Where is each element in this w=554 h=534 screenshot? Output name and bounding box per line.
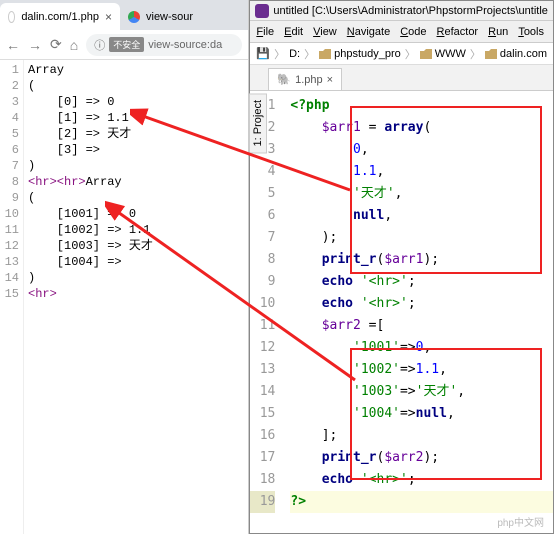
menu-item[interactable]: View — [313, 26, 337, 38]
url-input[interactable]: ⓘ 不安全 view-source:da — [86, 34, 242, 56]
chevron-right-icon: 〉 — [405, 46, 416, 62]
chevron-right-icon: 〉 — [304, 46, 315, 62]
address-bar: ← → ⟳ ⌂ ⓘ 不安全 view-source:da — [0, 30, 248, 60]
php-file-icon: 🐘 — [277, 73, 291, 86]
view-source: 123456789101112131415 Array( [0] => 0 [1… — [0, 60, 248, 534]
info-icon: ⓘ — [94, 37, 105, 53]
ide-title-text: untitled [C:\Users\Administrator\Phpstor… — [273, 5, 548, 17]
editor-gutter: 12345678910111213141516171819 — [250, 91, 290, 533]
source-code: Array( [0] => 0 [1] => 1.1 [2] => 天才 [3]… — [24, 60, 153, 534]
forward-icon[interactable]: → — [28, 37, 42, 53]
chevron-right-icon: 〉 — [470, 46, 481, 62]
browser-tabs: dalin.com/1.php × view-sour — [0, 0, 248, 30]
breadcrumb: 💾 〉 D: 〉 phpstudy_pro 〉 WWW 〉 dalin.com — [250, 43, 553, 65]
disk-icon: 💾 — [256, 47, 270, 60]
menu-item[interactable]: File — [256, 26, 274, 38]
chevron-right-icon: 〉 — [274, 46, 285, 62]
close-icon[interactable]: × — [105, 10, 112, 24]
ide-titlebar: untitled [C:\Users\Administrator\Phpstor… — [250, 1, 553, 21]
line-gutter: 123456789101112131415 — [0, 60, 24, 534]
editor-tab-name: 1.php — [295, 74, 323, 86]
insecure-badge: 不安全 — [109, 37, 144, 52]
tab-title: dalin.com/1.php — [21, 11, 99, 23]
breadcrumb-item[interactable]: D: — [289, 48, 300, 60]
editor-tab-active[interactable]: 🐘 1.php × — [268, 68, 342, 90]
browser-tab-active[interactable]: dalin.com/1.php × — [0, 3, 120, 30]
phpstorm-icon — [255, 4, 269, 18]
menu-item[interactable]: Navigate — [347, 26, 390, 38]
menu-item[interactable]: Edit — [284, 26, 303, 38]
watermark: php中文网 — [493, 513, 548, 530]
back-icon[interactable]: ← — [6, 37, 20, 53]
project-toolwindow-tab[interactable]: 1: Project — [249, 93, 267, 153]
breadcrumb-item[interactable]: WWW — [420, 48, 466, 60]
tab-title: view-sour — [146, 11, 193, 23]
chrome-icon — [128, 11, 140, 23]
menu-item[interactable]: Refactor — [437, 26, 479, 38]
reload-icon[interactable]: ⟳ — [50, 36, 62, 53]
url-text: view-source:da — [148, 39, 222, 51]
editor-tabs: 🐘 1.php × — [250, 65, 553, 91]
page-icon — [8, 11, 15, 23]
ide-pane: untitled [C:\Users\Administrator\Phpstor… — [249, 0, 554, 534]
breadcrumb-item[interactable]: dalin.com — [485, 48, 547, 60]
browser-pane: dalin.com/1.php × view-sour ← → ⟳ ⌂ ⓘ 不安… — [0, 0, 249, 534]
editor-code: <?php $arr1 = array( 0, 1.1, '天才', null,… — [290, 91, 553, 533]
close-icon[interactable]: × — [327, 74, 333, 86]
menu-item[interactable]: Code — [400, 26, 426, 38]
menu-item[interactable]: Run — [488, 26, 508, 38]
ide-menubar: File Edit View Navigate Code Refactor Run Tools — [250, 21, 553, 43]
code-editor[interactable]: 12345678910111213141516171819 <?php $arr… — [250, 91, 553, 533]
browser-tab-inactive[interactable]: view-sour — [120, 3, 201, 30]
menu-item[interactable]: Tools — [518, 26, 544, 38]
home-icon[interactable]: ⌂ — [70, 37, 78, 53]
breadcrumb-item[interactable]: phpstudy_pro — [319, 48, 401, 60]
